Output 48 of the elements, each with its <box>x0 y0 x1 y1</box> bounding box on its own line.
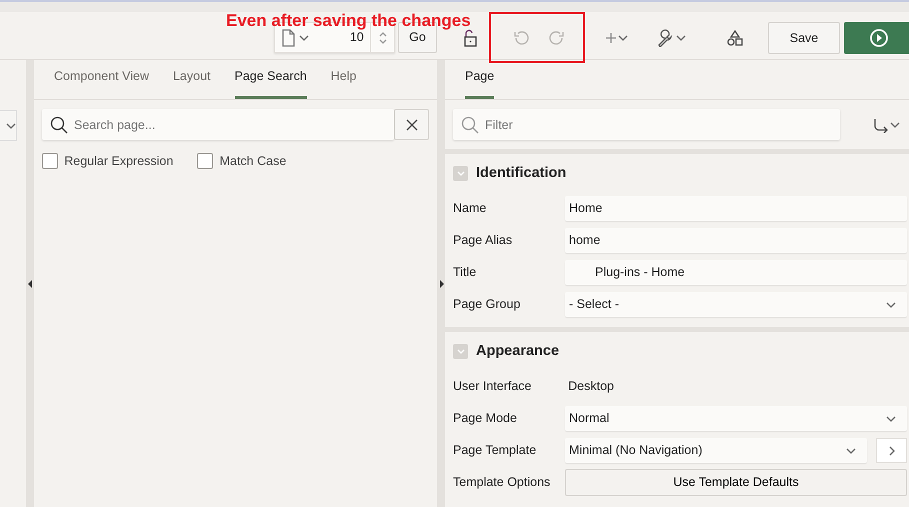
template-options-button[interactable]: Use Template Defaults <box>565 469 907 496</box>
select-field[interactable]: Minimal (No Navigation) <box>565 438 867 463</box>
search-icon <box>50 116 68 134</box>
tab[interactable]: Help <box>330 67 356 99</box>
text-field[interactable]: Plug-ins - Home <box>565 260 907 286</box>
chevron-right-icon <box>888 444 896 456</box>
tab[interactable]: Component View <box>54 67 149 99</box>
property-label: Name <box>453 200 488 218</box>
checkbox-label[interactable]: Regular Expression <box>64 152 174 171</box>
property-label: Page Group <box>453 296 522 314</box>
save-button[interactable]: Save <box>768 22 840 54</box>
property-label: Template Options <box>453 474 552 492</box>
property-label: Page Template <box>453 442 538 460</box>
select-field[interactable]: Normal <box>565 406 907 431</box>
collapse-toggle[interactable] <box>453 166 468 182</box>
collapse-toggle[interactable] <box>453 344 468 360</box>
checkbox-label[interactable]: Match Case <box>220 152 286 171</box>
select-field[interactable]: - Select - <box>565 292 907 318</box>
plus-icon <box>605 32 617 44</box>
checkbox[interactable] <box>42 153 58 170</box>
close-icon <box>406 118 418 130</box>
shapes-icon[interactable] <box>726 29 744 47</box>
text-field[interactable]: Home <box>565 196 907 222</box>
wrench-icon <box>657 29 675 47</box>
run-button[interactable] <box>844 22 909 54</box>
tab[interactable]: Page <box>465 67 494 99</box>
play-icon <box>869 28 889 48</box>
property-label: User Interface <box>453 378 533 396</box>
section-title: Identification <box>476 164 566 183</box>
property-label: Page Alias <box>453 232 514 250</box>
collapse-arrow-icon[interactable] <box>438 280 444 288</box>
clear-button[interactable] <box>394 109 429 140</box>
turn-arrow-icon <box>873 116 889 132</box>
property-value: Desktop <box>567 378 614 396</box>
search-icon <box>461 116 479 134</box>
go-to-group-button[interactable] <box>873 116 901 132</box>
section-title: Appearance <box>476 342 560 361</box>
checkbox[interactable] <box>197 153 214 170</box>
filter-field[interactable]: Filter <box>453 109 840 140</box>
tab[interactable]: Page Search <box>234 67 307 99</box>
text-field[interactable]: home <box>565 228 907 254</box>
page-icon[interactable] <box>281 28 296 46</box>
collapse-arrow-icon[interactable] <box>28 280 32 288</box>
tab[interactable]: Layout <box>172 67 210 99</box>
property-label: Title <box>453 264 478 282</box>
search-field[interactable]: Search page... <box>42 109 394 140</box>
property-label: Page Mode <box>453 410 518 428</box>
unlock-icon[interactable] <box>462 29 478 47</box>
